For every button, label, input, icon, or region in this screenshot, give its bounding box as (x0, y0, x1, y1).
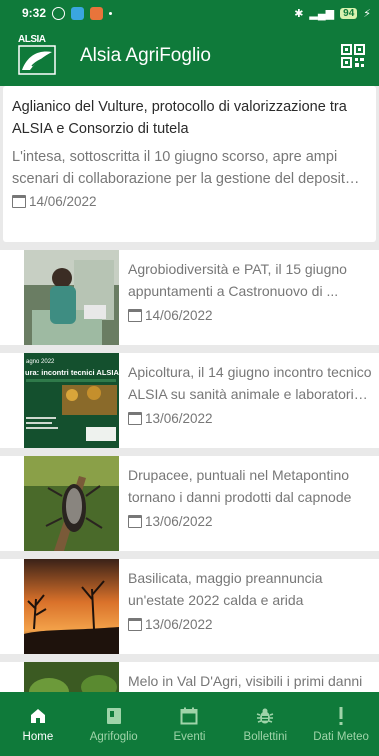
thumb-text-1: agno 2022 (26, 359, 55, 365)
featured-description: L'intesa, sottoscritta il 10 giugno scor… (12, 149, 353, 187)
more-notifications-icon (109, 11, 113, 15)
date-text: 14/06/2022 (29, 194, 97, 209)
featured-article[interactable]: Aglianico del Vulture, protocollo di val… (3, 86, 376, 242)
date-text: 14/06/2022 (145, 308, 213, 323)
featured-title: Aglianico del Vulture, protocollo di val… (12, 99, 347, 137)
status-bar: 9:32 ✱ ▂▄▆ 94 ⚡ (0, 0, 379, 26)
bug-icon (257, 708, 274, 724)
nav-agrifoglio[interactable]: Agrifoglio (76, 705, 152, 743)
article-thumbnail (24, 456, 119, 551)
charging-icon: ⚡ (363, 7, 371, 20)
article-thumbnail (24, 662, 119, 692)
bluetooth-icon: ✱ (294, 7, 304, 20)
list-item[interactable]: Melo in Val D'Agri, visibili i primi dan… (0, 662, 379, 692)
notification-app-icon-2 (90, 6, 104, 20)
app-bar: ALSIA Alsia AgriFoglio (0, 26, 379, 86)
signal-icon: ▂▄▆ (309, 7, 335, 20)
list-item[interactable]: Drupacee, puntuali nel Metapontino torna… (0, 456, 379, 551)
list-item[interactable]: Basilicata, maggio preannuncia un'estate… (0, 559, 379, 654)
book-icon (106, 708, 121, 724)
nav-dati-meteo[interactable]: Dati Meteo (303, 705, 379, 743)
article-title: Apicoltura, il 14 giugno incontro tecnic… (128, 364, 372, 402)
nav-label: Eventi (173, 731, 206, 743)
qr-code-icon[interactable] (341, 44, 365, 68)
list-item[interactable]: agno 2022 ura: incontri tecnici ALSIA Ap… (0, 353, 379, 448)
exclamation-icon (339, 707, 343, 725)
whatsapp-icon (52, 6, 66, 20)
calendar-icon (12, 195, 26, 208)
status-time: 9:32 (22, 6, 47, 20)
article-thumbnail (24, 559, 119, 654)
calendar-icon (128, 618, 142, 631)
nav-label: Bollettini (243, 731, 288, 743)
nav-bollettini[interactable]: Bollettini (227, 705, 303, 743)
alsia-logo: ALSIA (18, 34, 62, 78)
article-title: Melo in Val D'Agri, visibili i primi dan… (128, 673, 363, 689)
article-date: 13/06/2022 (128, 411, 373, 426)
article-title: Basilicata, maggio preannuncia un'estate… (128, 570, 323, 608)
calendar-icon (180, 707, 198, 725)
list-item[interactable]: Agrobiodiversità e PAT, il 15 giugno app… (0, 250, 379, 345)
article-thumbnail: agno 2022 ura: incontri tecnici ALSIA (24, 353, 119, 448)
home-icon (30, 709, 45, 723)
nav-label: Agrifoglio (89, 731, 138, 743)
article-date: 13/06/2022 (128, 617, 373, 632)
date-text: 13/06/2022 (145, 617, 213, 632)
date-text: 13/06/2022 (145, 411, 213, 426)
bottom-navigation: Home Agrifoglio Eventi Bollettini Dati M… (0, 692, 379, 756)
article-date: 14/06/2022 (128, 308, 373, 323)
notification-app-icon (71, 6, 85, 20)
calendar-icon (128, 515, 142, 528)
thumb-text-2: ura: incontri tecnici ALSIA (25, 368, 119, 377)
app-title: Alsia AgriFoglio (80, 45, 211, 66)
featured-date: 14/06/2022 (12, 194, 367, 209)
article-title: Agrobiodiversità e PAT, il 15 giugno app… (128, 261, 347, 299)
news-list[interactable]: Aglianico del Vulture, protocollo di val… (0, 86, 379, 692)
article-thumbnail (24, 250, 119, 345)
article-date: 13/06/2022 (128, 514, 373, 529)
nav-label: Home (22, 731, 54, 743)
nav-home[interactable]: Home (0, 705, 76, 743)
calendar-icon (128, 412, 142, 425)
battery-level: 94 (340, 7, 358, 19)
nav-eventi[interactable]: Eventi (152, 705, 228, 743)
article-title: Drupacee, puntuali nel Metapontino torna… (128, 467, 352, 505)
nav-label: Dati Meteo (313, 731, 369, 743)
date-text: 13/06/2022 (145, 514, 213, 529)
calendar-icon (128, 309, 142, 322)
